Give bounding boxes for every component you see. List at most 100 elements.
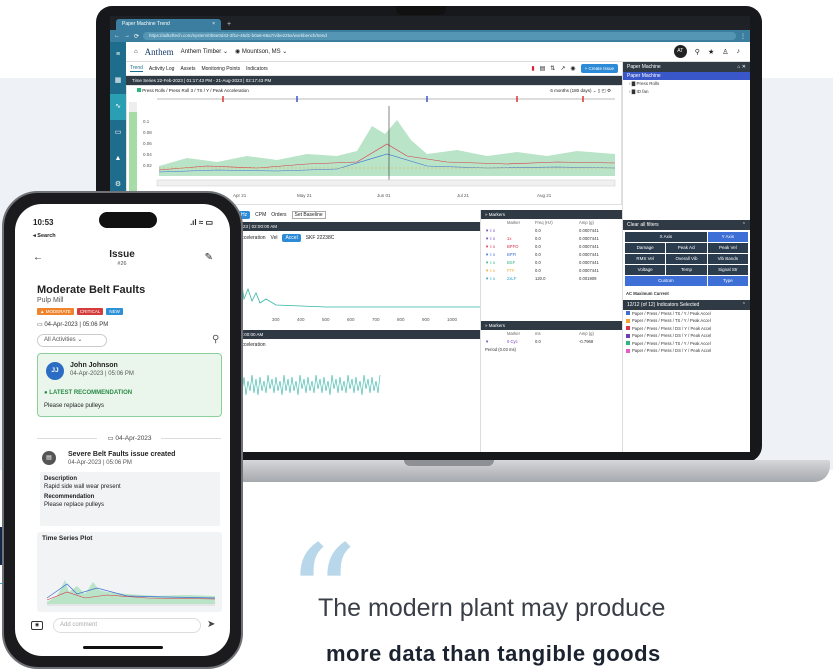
accel-option[interactable]: Accel [282,234,301,242]
dashboard-icon[interactable]: ▦ [110,68,126,94]
marker-row[interactable]: ▼ ℓ ıı 1x 0.0 0.0007441 [481,235,622,243]
search-back-link[interactable]: ◂ Search [33,233,56,239]
home-icon[interactable]: ⌂ [134,49,138,55]
comment-input[interactable]: Add comment [53,618,201,633]
location-select[interactable]: ◉ Mountson, MS ⌄ [235,48,287,55]
marker2-row[interactable]: ▼ 0 Cyc 0.0 -0.7968 [481,338,622,346]
indicator-item[interactable]: Paper / Press / Press / TS / Y / Peak Ac… [623,317,750,325]
filter-voltage[interactable]: Voltage [625,265,666,275]
indicator-item[interactable]: Paper / Press / Press / TS / Y / Peak Ac… [623,310,750,318]
activities-select[interactable]: All Activities ⌄ [37,334,107,347]
collapse-icon[interactable]: ⌃ [742,220,746,230]
right-panel: Paper Machine ⌂ ✕ Paper Machine › ▇ Press… [622,62,750,452]
filter-rms-vel[interactable]: RMS Vel [625,254,666,264]
tab-trend[interactable]: Trend [130,65,143,72]
markers2-col-headers: Marker ms Amp (g) [481,330,622,338]
tab-close-icon[interactable]: × [212,19,215,30]
tree-item-press-rolls[interactable]: › ▇ Press Rolls [623,80,750,88]
unit-cpm-button[interactable]: CPM [255,212,266,218]
marker-row[interactable]: ▼ ℓ ıı BSF 0.0 0.0007441 [481,259,622,267]
range-select[interactable]: 6 months (180 days) ⌄ ▯ ◰ ⚙ [550,88,611,94]
marker-amp: 0.0007441 [579,268,599,273]
filter-damage[interactable]: Damage [625,243,666,253]
indicator-item[interactable]: Paper / Press / Press / TS / Y / Peak Ac… [623,340,750,348]
filter-y-axis[interactable]: Y Axis [707,232,748,242]
send-icon[interactable]: ➤ [207,619,215,630]
filter-signal-str[interactable]: Signal Str [707,265,748,275]
grid-icon[interactable]: ▤ [540,65,546,72]
edit-icon[interactable]: ✎ [205,252,213,263]
recommendation-card[interactable]: JJ John Johnson 04-Apr-2023 | 05:06 PM ●… [37,353,222,417]
reload-icon[interactable]: ⟳ [134,33,139,40]
url-field[interactable]: https://adkcftech.com/system/0b6e0d43-3f… [143,32,736,40]
indicator-item[interactable]: Paper / Press / Press / DS / Y / Peak Ac… [623,332,750,340]
filter-icon[interactable]: ⇅ [550,65,555,72]
create-issue-button[interactable]: + Create Issue [580,64,618,73]
time-series-plot-card[interactable]: Time Series Plot [37,532,222,612]
tab-monitoring-points[interactable]: Monitoring Points [201,66,240,72]
indicator-item[interactable]: Paper / Press / Press / DS / Y / Peak Ac… [623,325,750,333]
indicator-label: Paper / Press / Press / DS / Y / Peak Ac… [632,325,712,331]
recommendation-text: Please replace pulleys [44,403,105,409]
bell-icon[interactable]: ♪ [737,48,741,55]
filter-x-axis[interactable]: X Axis [625,232,707,242]
badge-critical: CRITICAL [76,308,104,315]
camera-icon[interactable]: ◉ [31,621,43,630]
trend-icon[interactable]: ∿ [110,94,126,120]
marker-row[interactable]: ▼ ℓ ıı FTF 0.0 0.0007441 [481,267,622,275]
clear-filters[interactable]: Clear all filters [627,220,659,230]
description-label: Description [44,476,78,482]
menu-icon[interactable]: ⋮ [740,33,746,40]
alert-icon[interactable]: ▮ [531,65,534,72]
y-tick: 0.08 [143,130,152,135]
tree-item-id-fan[interactable]: › ▇ ID fan [623,88,750,96]
event-details: Description Rapid side wall wear present… [40,472,220,526]
search-icon[interactable]: ⚲ [695,48,700,56]
marker-row[interactable]: ▼ ℓ ıı 0.0 0.0007441 [481,227,622,235]
browser-address-bar: ← → ⟳ https://adkcftech.com/system/0b6e0… [110,30,750,42]
indicator-item[interactable]: Paper / Press / Press / DS / Y / Peak Ac… [623,347,750,355]
filter-type[interactable]: Type [707,276,748,286]
tab-assets[interactable]: Assets [180,66,195,72]
filter-peak-acl[interactable]: Peak Acl [666,243,707,253]
marker-row[interactable]: ▼ ℓ ıı 2xLF 120.0 0.001909 [481,275,622,283]
bearing-select[interactable]: SKF 22238C [306,235,335,241]
filter-overall-vib[interactable]: Overall Vib [666,254,707,264]
marker-row[interactable]: ▼ ℓ ıı BPFO 0.0 0.0007441 [481,243,622,251]
event-card[interactable]: ▤ Severe Belt Faults issue created 04-Ap… [37,448,222,528]
tab-indicators[interactable]: Indicators [246,66,268,72]
view-icon[interactable]: ◉ [570,65,575,72]
share-icon[interactable]: ↗ [560,65,565,72]
filter-temp[interactable]: Temp [666,265,707,275]
user-icon[interactable]: ♙ [722,48,728,56]
filter-peak-vel[interactable]: Peak Vel [707,243,748,253]
filter-header[interactable]: Clear all filters ⌃ [623,220,750,230]
filter-vib-bands[interactable]: Vib Bands [707,254,748,264]
new-tab-icon[interactable]: + [227,19,231,30]
forward-icon[interactable]: → [124,33,130,39]
star-icon[interactable]: ★ [708,48,714,56]
avatar[interactable]: AT [673,45,687,58]
calendar-icon[interactable]: ▭ [110,120,126,146]
menu-icon[interactable]: ≡ [110,42,126,68]
filter-custom[interactable]: Custom [625,276,707,286]
marker-ms: 0.0 [535,339,541,344]
plant-icon[interactable]: ▲ [110,146,126,172]
marker-amp: 0.001909 [579,276,597,281]
pin-icon[interactable]: ⌂ ✕ [737,62,746,72]
tree-item-selected[interactable]: Paper Machine [623,72,750,80]
markers-spacer [481,283,622,321]
set-baseline-button[interactable]: Set Baseline [291,211,326,219]
scrollbar[interactable] [156,179,616,187]
vel-option[interactable]: Vel [271,235,278,241]
laptop-base-notch [404,460,494,466]
browser-tab[interactable]: Paper Machine Trend × [116,19,221,30]
search-icon[interactable]: ⚲ [212,334,219,345]
marker-row[interactable]: ▼ ℓ ıı BPFI 0.0 0.0007441 [481,251,622,259]
tab-activity-log[interactable]: Activity Log [149,66,175,72]
unit-orders-button[interactable]: Orders [271,212,286,218]
trend-chart[interactable]: 0.1 0.08 0.06 0.04 0.02 Apr 21 May 21 Ju… [127,96,621,201]
collapse-icon[interactable]: ⌃ [742,300,746,310]
back-icon[interactable]: ← [114,33,120,39]
company-select[interactable]: Anthem Timber ⌄ [181,48,228,55]
